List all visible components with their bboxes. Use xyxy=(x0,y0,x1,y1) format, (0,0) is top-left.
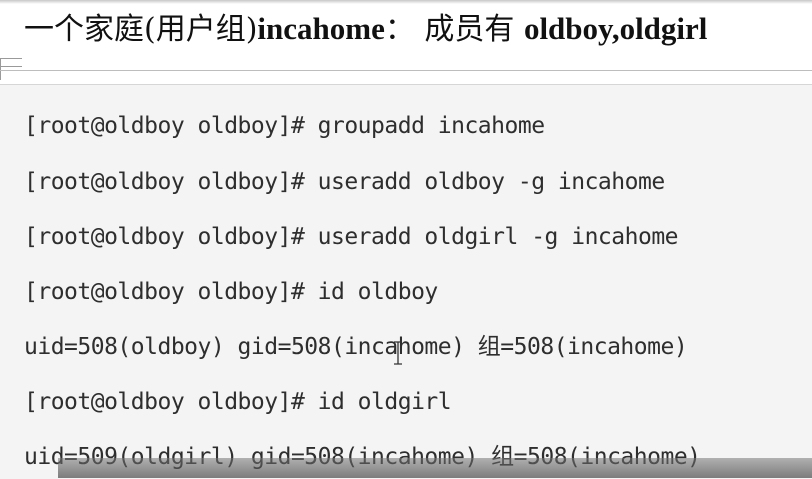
text-cursor-icon xyxy=(394,341,402,365)
terminal-code-block: [root@oldboy oldboy]# groupadd incahome … xyxy=(0,84,812,479)
cropped-edge xyxy=(0,0,812,4)
paragraph-margin-marker xyxy=(0,58,22,80)
terminal-line: [root@oldboy oldboy]# useradd oldboy -g … xyxy=(24,169,665,195)
heading-members: oldboy,oldgirl xyxy=(523,11,708,46)
heading-suffix: ： 成员有 xyxy=(384,12,524,47)
terminal-output-line: uid=508(oldboy) gid=508(incahome) 组=508(… xyxy=(24,334,688,360)
terminal-line: [root@oldboy oldboy]# useradd oldgirl -g… xyxy=(24,224,679,250)
page-heading: 一个家庭(用户组)incahome： 成员有 oldboy,oldgirl xyxy=(24,6,707,53)
heading-prefix: 一个家庭(用户组) xyxy=(24,12,258,47)
terminal-line: [root@oldboy oldboy]# groupadd incahome xyxy=(24,113,545,139)
section-divider xyxy=(0,70,812,71)
terminal-line: [root@oldboy oldboy]# id oldgirl xyxy=(24,389,452,415)
document-heading-area: 一个家庭(用户组)incahome： 成员有 oldboy,oldgirl xyxy=(0,0,812,58)
video-progress-bar[interactable] xyxy=(58,458,812,478)
heading-group-name: incahome xyxy=(257,11,385,46)
terminal-line: [root@oldboy oldboy]# id oldboy xyxy=(24,279,438,305)
